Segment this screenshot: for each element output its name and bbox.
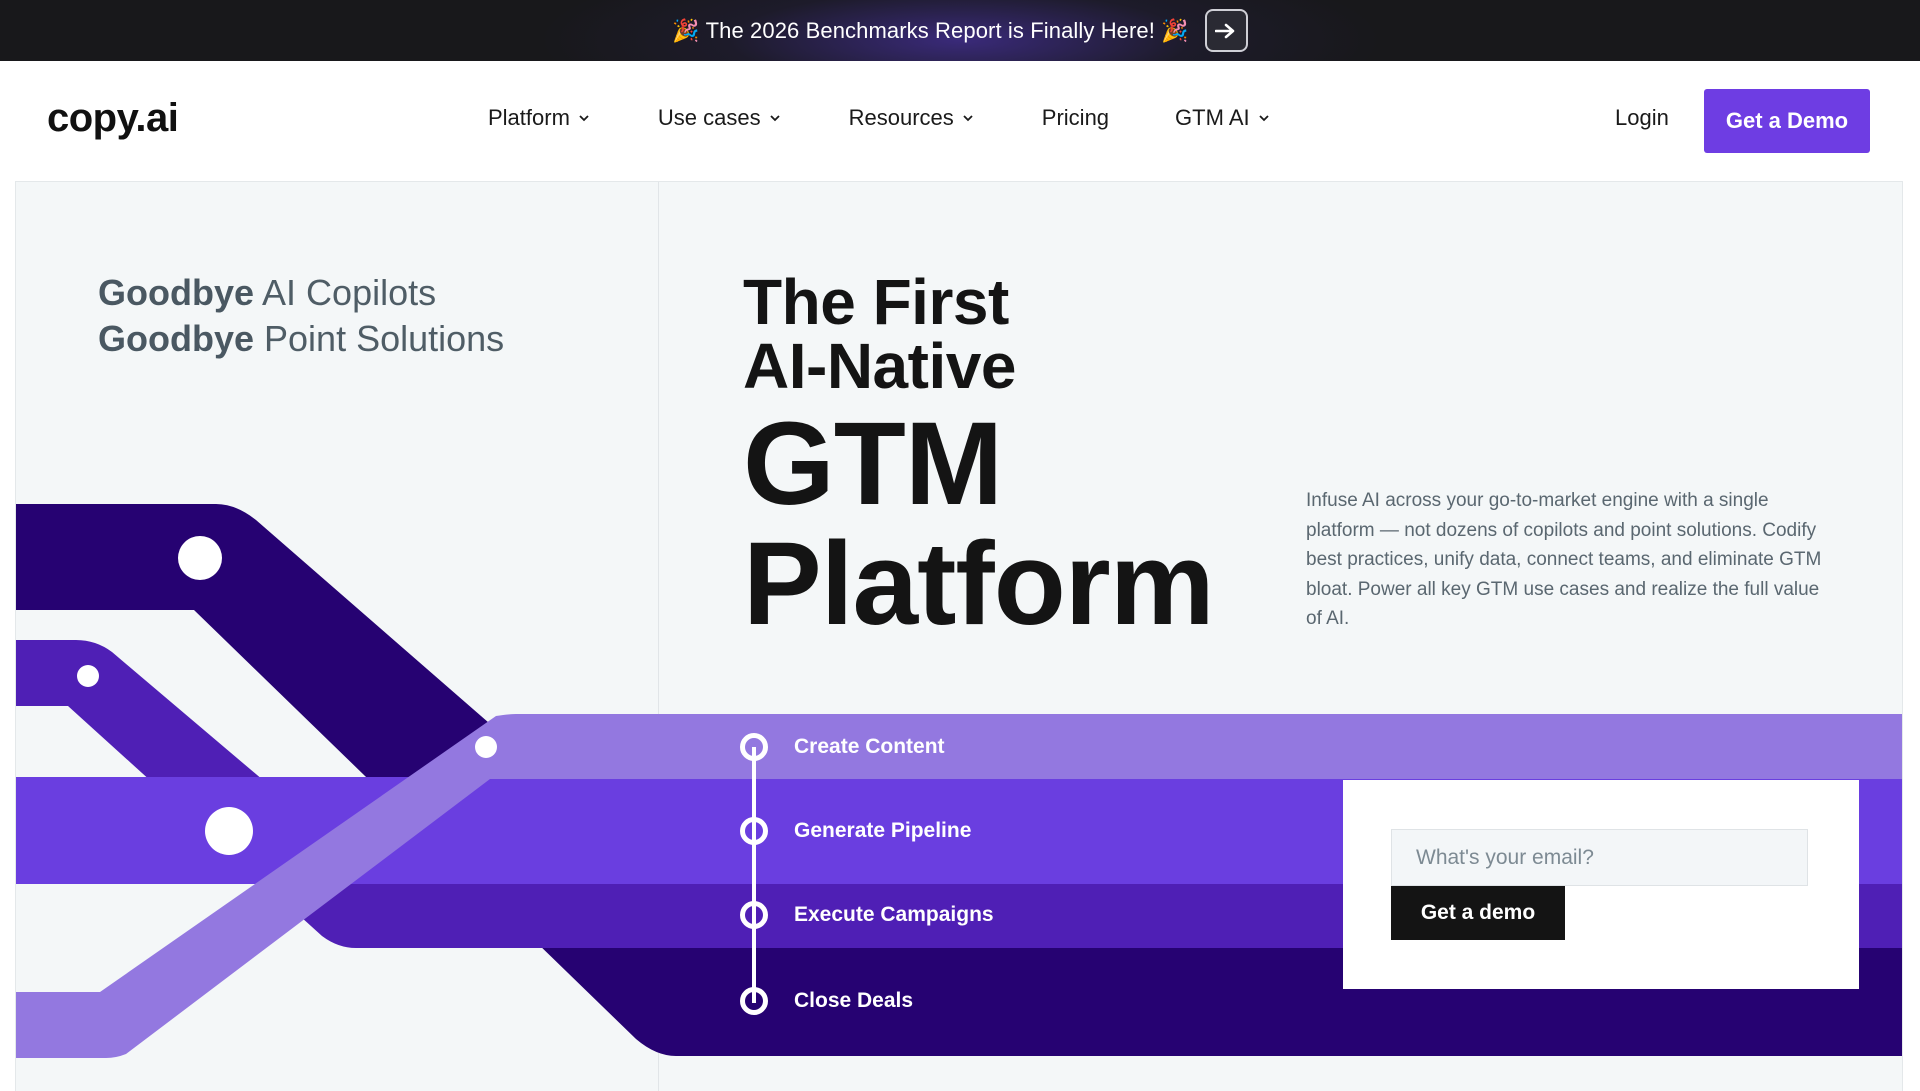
headline-line-2: AI-Native [743, 330, 1016, 402]
hero-headline: The First AI-Native GTM Platform [743, 266, 1215, 650]
step-execute-campaigns: Execute Campaigns [740, 901, 994, 929]
headline-line-3: GTM [743, 398, 1003, 530]
step-dot [740, 987, 768, 1015]
step-create-content: Create Content [740, 733, 945, 761]
top-nav: copy.ai Platform Use cases Resources Pri… [0, 61, 1920, 181]
chevron-down-icon [770, 115, 780, 122]
main-menu: Platform Use cases Resources Pricing GTM… [488, 105, 1270, 131]
steps-connector [752, 747, 756, 1003]
get-a-demo-submit-button[interactable]: Get a demo [1391, 886, 1565, 940]
arrow-right-icon[interactable] [1204, 9, 1248, 52]
logo[interactable]: copy.ai [47, 96, 179, 141]
get-a-demo-button[interactable]: Get a Demo [1704, 89, 1870, 153]
menu-item-label: Resources [848, 105, 954, 130]
step-dot [740, 817, 768, 845]
step-label: Create Content [794, 735, 945, 758]
chevron-down-icon [963, 115, 973, 122]
step-label: Close Deals [794, 989, 914, 1012]
menu-item-platform[interactable]: Platform [488, 105, 590, 131]
decor-dot [205, 807, 253, 855]
chevron-down-icon [1258, 115, 1269, 122]
headline-line-1: The First [743, 266, 1009, 338]
step-dot [740, 901, 768, 929]
step-close-deals: Close Deals [740, 987, 913, 1015]
login-link[interactable]: Login [1615, 105, 1669, 131]
step-generate-pipeline: Generate Pipeline [740, 817, 971, 845]
demo-form-card: Get a demo [1343, 780, 1859, 989]
decor-dot [178, 536, 222, 580]
menu-item-gtm-ai[interactable]: GTM AI [1175, 105, 1270, 131]
menu-item-resources[interactable]: Resources [849, 105, 974, 131]
decor-dot [475, 736, 497, 758]
menu-item-label: Platform [488, 105, 570, 130]
hero-section: Goodbye AI Copilots Goodbye Point Soluti… [15, 181, 1903, 1091]
menu-item-label: Pricing [1041, 105, 1110, 130]
step-dot [740, 733, 768, 761]
chevron-down-icon [579, 115, 589, 122]
step-label: Generate Pipeline [794, 819, 972, 842]
hero-description: Infuse AI across your go-to-market engin… [1306, 490, 1822, 629]
announcement-bar: 🎉 The 2026 Benchmarks Report is Finally … [0, 0, 1920, 61]
step-label: Execute Campaigns [794, 903, 994, 926]
menu-item-use-cases[interactable]: Use cases [658, 105, 781, 131]
menu-item-pricing[interactable]: Pricing [1042, 105, 1109, 131]
announcement-text[interactable]: 🎉 The 2026 Benchmarks Report is Finally … [672, 18, 1188, 44]
headline-line-4: Platform [743, 518, 1215, 650]
menu-item-label: Use cases [657, 105, 761, 130]
email-input[interactable] [1391, 829, 1808, 886]
menu-item-label: GTM AI [1175, 105, 1250, 130]
decor-dot [77, 665, 99, 687]
